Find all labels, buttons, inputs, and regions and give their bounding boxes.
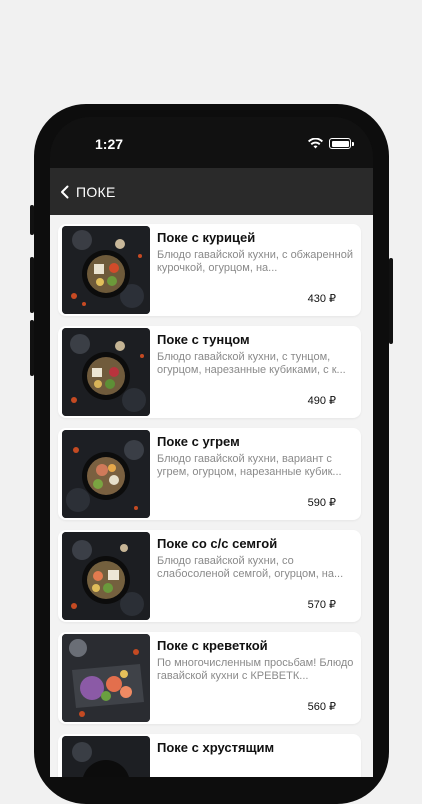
list-item[interactable]: Поке с креветкой По многочисленным прось… <box>58 632 361 724</box>
list-item[interactable]: Поке с угрем Блюдо гавайской кухни, вари… <box>58 428 361 520</box>
status-bar: 1:27 <box>50 117 373 167</box>
item-description: Блюдо гавайской кухни, со слабосоленой с… <box>157 555 344 580</box>
status-icons <box>308 138 354 149</box>
item-photo <box>62 226 150 314</box>
nav-bar: ПОКЕ <box>50 168 373 215</box>
item-description: Блюдо гавайской кухни, с обжаренной куро… <box>157 249 353 274</box>
item-description: Блюдо гавайской кухни, с тунцом, огурцом… <box>157 351 346 376</box>
chevron-left-icon <box>61 185 69 198</box>
list-item[interactable]: Поке с курицей Блюдо гавайской кухни, с … <box>58 224 361 316</box>
battery-icon <box>329 138 354 149</box>
item-price: 570 ₽ <box>307 599 336 611</box>
status-time: 1:27 <box>95 136 124 152</box>
item-description: По многочисленным просьбам! Блюдо гавайс… <box>157 657 354 682</box>
page-title: ПОКЕ <box>76 183 116 200</box>
item-price: 430 ₽ <box>307 293 336 305</box>
item-title: Поке с хрустящим <box>157 740 275 755</box>
item-photo <box>62 328 150 416</box>
list-item[interactable]: Поке с тунцом Блюдо гавайской кухни, с т… <box>58 326 361 418</box>
item-title: Поке с креветкой <box>157 638 268 653</box>
list-item[interactable]: Поке со с/с семгой Блюдо гавайской кухни… <box>58 530 361 622</box>
item-title: Поке с угрем <box>157 434 240 449</box>
menu-list[interactable]: Поке с курицей Блюдо гавайской кухни, с … <box>50 215 373 777</box>
item-photo <box>62 430 150 518</box>
item-photo <box>62 634 150 722</box>
item-photo <box>62 736 150 777</box>
back-button[interactable]: ПОКЕ <box>60 184 116 200</box>
item-description: Блюдо гавайской кухни, вариант с угрем, … <box>157 453 342 478</box>
list-item[interactable]: Поке с хрустящим <box>58 734 361 777</box>
screen: 1:27 ПОКЕ Поке с курицей Блюдо гавайской… <box>50 117 373 777</box>
side-button-power <box>389 258 393 344</box>
item-price: 490 ₽ <box>307 395 336 407</box>
item-title: Поке с курицей <box>157 230 256 245</box>
wifi-icon <box>308 138 323 149</box>
item-title: Поке с тунцом <box>157 332 250 347</box>
item-title: Поке со с/с семгой <box>157 536 278 551</box>
item-price: 560 ₽ <box>307 701 336 713</box>
item-price: 590 ₽ <box>307 497 336 509</box>
item-photo <box>62 532 150 620</box>
